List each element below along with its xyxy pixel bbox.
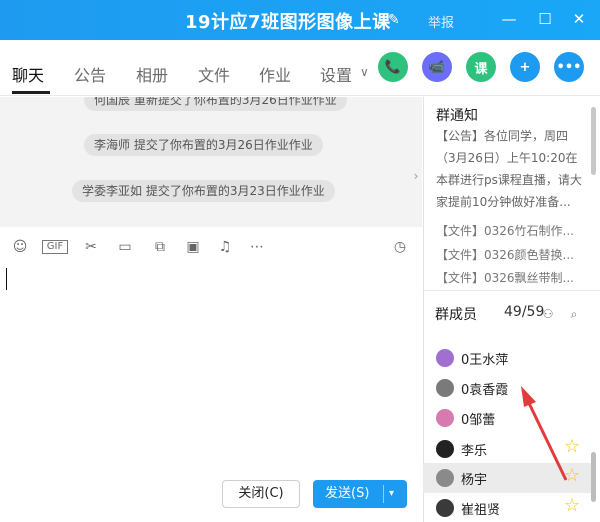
- active-tab-indicator: [12, 91, 50, 94]
- window-title: 19计应7班图形图像上课: [185, 12, 391, 33]
- tab-announcement[interactable]: 公告: [74, 62, 106, 86]
- send-options-chevron-icon[interactable]: ▾: [389, 480, 394, 508]
- member-name: 0王水萍: [461, 353, 509, 368]
- input-toolbar: ☺ GIF ✂ ▭ ⧉ ▣ ♫ ⋯ ◷: [0, 233, 422, 261]
- more-icon[interactable]: •••: [554, 52, 584, 82]
- search-icon[interactable]: ⌕: [566, 306, 582, 322]
- system-message: 李海师 提交了你布置的3月26日作业作业: [84, 134, 323, 156]
- admin-star-icon: ☆: [564, 436, 581, 457]
- tab-files[interactable]: 文件: [198, 62, 230, 86]
- more-dots-icon[interactable]: ⋯: [247, 237, 267, 257]
- video-icon[interactable]: 📹: [422, 52, 452, 82]
- notice-file[interactable]: 【文件】0326飘丝带制...: [436, 269, 574, 286]
- members-title: 群成员: [435, 307, 477, 323]
- text-caret: [6, 268, 7, 290]
- member-row[interactable]: 杨宇 ☆: [423, 463, 591, 493]
- folder-icon[interactable]: ▭: [115, 237, 135, 257]
- send-button[interactable]: 发送(S) ▾: [313, 480, 407, 508]
- tab-chat[interactable]: 聊天: [12, 62, 44, 86]
- member-row[interactable]: 0袁香霞: [423, 373, 591, 403]
- notice-file[interactable]: 【文件】0326竹石制作...: [436, 222, 574, 239]
- share-screen-icon[interactable]: +: [510, 52, 540, 82]
- member-name: 0袁香霞: [461, 383, 509, 398]
- close-icon[interactable]: ✕: [570, 10, 588, 28]
- collapse-sidebar-chevron-icon[interactable]: ›: [409, 126, 423, 226]
- member-row[interactable]: 崔祖贤 ☆: [423, 493, 591, 522]
- title-bar: 19计应7班图形图像上课 ✎ 举报 — ☐ ✕: [0, 0, 600, 40]
- tab-homework[interactable]: 作业: [259, 62, 291, 86]
- gif-icon[interactable]: GIF: [42, 240, 68, 254]
- member-row[interactable]: 李乐 ☆: [423, 434, 591, 464]
- send-button-label: 发送(S): [325, 486, 370, 501]
- system-message: 学委李亚如 提交了你布置的3月23日作业作业: [72, 180, 335, 202]
- report-button[interactable]: 举报: [428, 12, 454, 31]
- avatar[interactable]: [436, 499, 454, 517]
- system-message: 何国辰 重新提交了你布置的3月26日作业作业: [84, 97, 347, 111]
- tab-album[interactable]: 相册: [136, 62, 168, 86]
- image-edit-icon[interactable]: ⧉: [150, 237, 170, 257]
- notice-file[interactable]: 【文件】0326颜色替换...: [436, 246, 574, 263]
- picture-icon[interactable]: ▣: [183, 237, 203, 257]
- admin-star-icon: ☆: [564, 495, 581, 516]
- bell-icon[interactable]: ♫: [215, 237, 235, 257]
- member-name: 崔祖贤: [461, 503, 501, 518]
- close-button[interactable]: 关闭(C): [222, 480, 300, 508]
- members-scrollbar[interactable]: [591, 452, 596, 502]
- notice-title: 群通知: [436, 108, 478, 124]
- send-divider: [383, 485, 384, 503]
- message-input[interactable]: [0, 262, 422, 472]
- member-row[interactable]: 0王水萍: [423, 343, 591, 373]
- chevron-down-icon[interactable]: ∨: [360, 65, 369, 79]
- avatar[interactable]: [436, 379, 454, 397]
- sidebar-divider: [423, 290, 600, 291]
- member-name: 0邹蕾: [461, 413, 496, 428]
- course-icon[interactable]: 课: [466, 52, 496, 82]
- tab-settings[interactable]: 设置: [320, 62, 352, 86]
- chat-history[interactable]: 何国辰 重新提交了你布置的3月26日作业作业 李海师 提交了你布置的3月26日作…: [0, 97, 422, 227]
- scissors-icon[interactable]: ✂: [81, 237, 101, 257]
- member-name: 李乐: [461, 444, 488, 459]
- member-row[interactable]: 0邹蕾: [423, 403, 591, 433]
- emoji-icon[interactable]: ☺: [10, 237, 30, 257]
- minimize-icon[interactable]: —: [500, 10, 518, 28]
- notice-scrollbar[interactable]: [591, 107, 596, 175]
- avatar[interactable]: [436, 440, 454, 458]
- qq-group-window: 19计应7班图形图像上课 ✎ 举报 — ☐ ✕ 聊天 公告 相册 文件 作业 设…: [0, 0, 600, 522]
- member-name: 杨宇: [461, 473, 488, 488]
- members-count: 49/59: [504, 304, 545, 320]
- maximize-icon[interactable]: ☐: [536, 10, 554, 28]
- avatar[interactable]: [436, 409, 454, 427]
- avatar[interactable]: [436, 349, 454, 367]
- history-icon[interactable]: ◷: [390, 237, 410, 257]
- edit-title-icon[interactable]: ✎: [388, 12, 400, 28]
- avatar[interactable]: [436, 469, 454, 487]
- phone-icon[interactable]: 📞: [378, 52, 408, 82]
- admin-star-icon: ☆: [564, 465, 581, 486]
- add-member-icon[interactable]: ⚇: [540, 306, 556, 322]
- notice-body[interactable]: 【公告】各位同学，周四（3月26日）上午10:20在本群进行ps课程直播，请大家…: [436, 125, 583, 213]
